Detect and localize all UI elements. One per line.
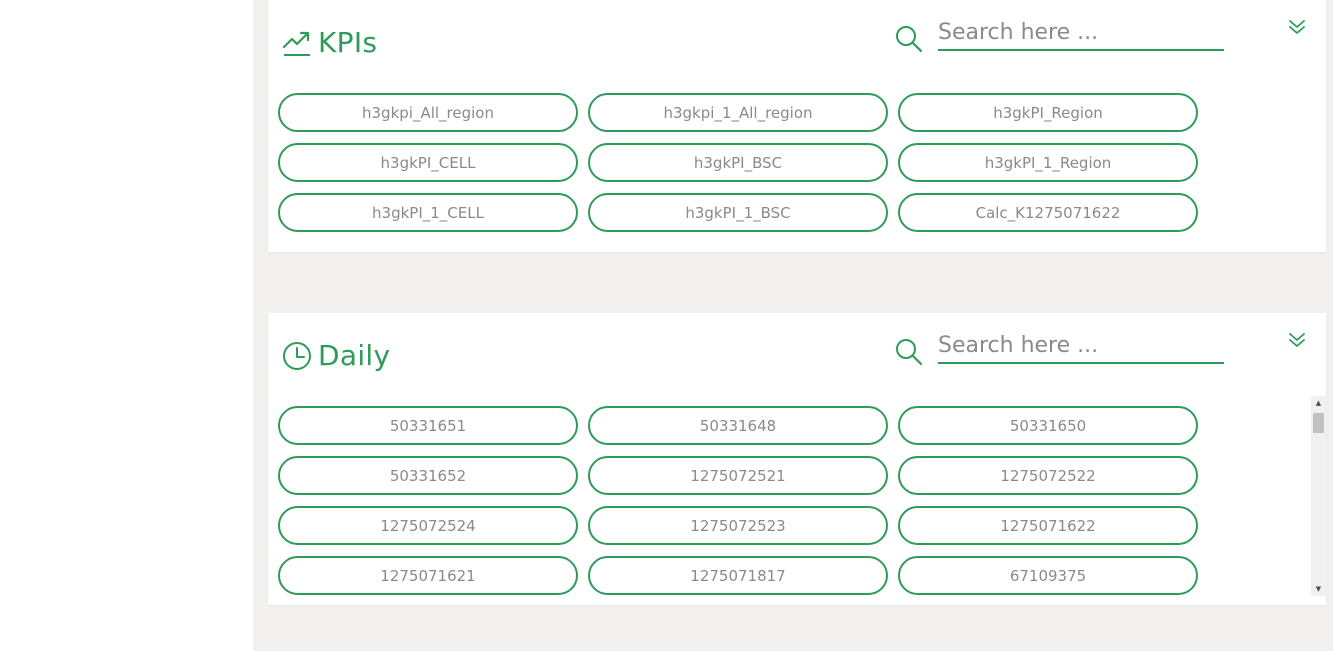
main-content: KPIs h3gkpi_All_region h3gkpi_1_All_regi… (253, 0, 1333, 651)
daily-item[interactable]: 1275072522 (898, 456, 1198, 495)
kpis-panel: KPIs h3gkpi_All_region h3gkpi_1_All_regi… (268, 0, 1326, 252)
sidebar (0, 0, 253, 651)
daily-item[interactable]: 50331651 (278, 406, 578, 445)
daily-item[interactable]: 1275072523 (588, 506, 888, 545)
clock-icon (282, 341, 312, 371)
daily-item[interactable]: 67109375 (898, 556, 1198, 595)
daily-search-input[interactable] (938, 329, 1224, 364)
daily-list: 50331651 50331648 50331650 50331652 1275… (278, 406, 1198, 595)
daily-item[interactable]: 50331652 (278, 456, 578, 495)
daily-item[interactable]: 1275072521 (588, 456, 888, 495)
kpis-search-input[interactable] (938, 16, 1224, 51)
kpi-item[interactable]: h3gkpi_All_region (278, 93, 578, 132)
daily-item[interactable]: 50331648 (588, 406, 888, 445)
chevron-double-down-icon[interactable] (1288, 18, 1306, 36)
kpi-item[interactable]: h3gkPI_1_CELL (278, 193, 578, 232)
kpi-item[interactable]: h3gkPI_Region (898, 93, 1198, 132)
kpis-panel-header: KPIs (282, 25, 377, 61)
daily-panel-title: Daily (318, 339, 391, 372)
kpi-item[interactable]: h3gkPI_CELL (278, 143, 578, 182)
search-icon[interactable] (894, 24, 924, 54)
scroll-thumb[interactable] (1313, 413, 1324, 433)
kpi-item[interactable]: Calc_K1275071622 (898, 193, 1198, 232)
scroll-up-arrow-icon[interactable]: ▲ (1311, 396, 1326, 410)
kpi-item[interactable]: h3gkPI_BSC (588, 143, 888, 182)
search-icon[interactable] (894, 337, 924, 367)
trending-up-icon (282, 28, 312, 58)
daily-item[interactable]: 1275071622 (898, 506, 1198, 545)
daily-panel-header: Daily (282, 338, 390, 374)
kpis-panel-title: KPIs (318, 26, 378, 59)
daily-item[interactable]: 50331650 (898, 406, 1198, 445)
daily-item[interactable]: 1275071621 (278, 556, 578, 595)
daily-scrollbar[interactable]: ▲ ▼ (1311, 396, 1326, 596)
daily-panel: Daily 50331651 50331648 50331650 5033165… (268, 313, 1326, 605)
daily-item[interactable]: 1275072524 (278, 506, 578, 545)
kpi-item[interactable]: h3gkpi_1_All_region (588, 93, 888, 132)
chevron-double-down-icon[interactable] (1288, 331, 1306, 349)
scroll-down-arrow-icon[interactable]: ▼ (1311, 582, 1326, 596)
kpis-list: h3gkpi_All_region h3gkpi_1_All_region h3… (278, 93, 1198, 232)
kpi-item[interactable]: h3gkPI_1_BSC (588, 193, 888, 232)
daily-list-viewport: 50331651 50331648 50331650 50331652 1275… (268, 396, 1311, 596)
kpi-item[interactable]: h3gkPI_1_Region (898, 143, 1198, 182)
daily-item[interactable]: 1275071817 (588, 556, 888, 595)
